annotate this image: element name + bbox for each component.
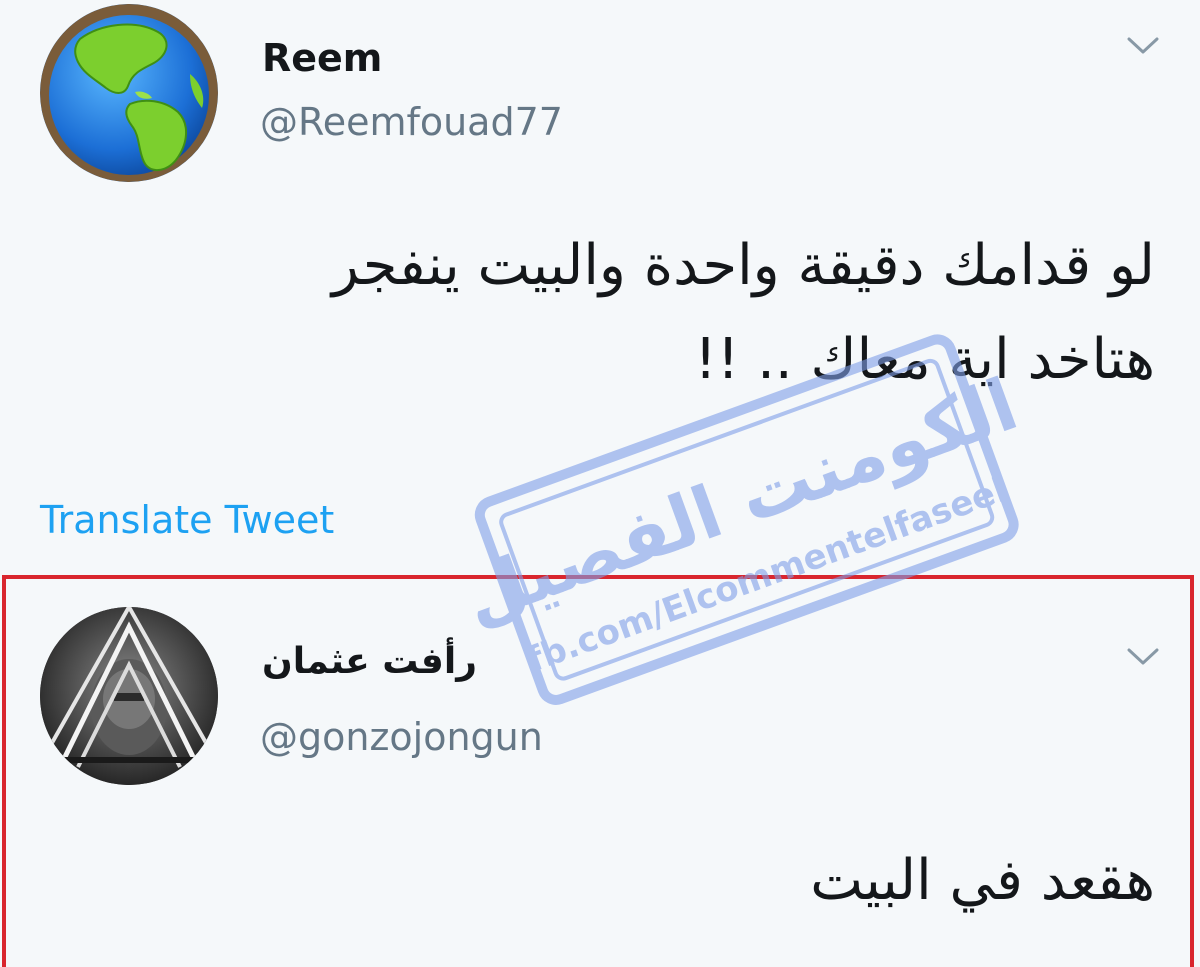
tweet-text-line-1: لو قدامك دقيقة واحدة والبيت ينفجر — [331, 233, 1155, 298]
author-name[interactable]: Reem — [262, 36, 382, 80]
chevron-down-icon[interactable] — [1126, 36, 1160, 60]
globe-avatar[interactable] — [40, 4, 218, 182]
translate-tweet-link[interactable]: Translate Tweet — [40, 498, 334, 542]
author-handle[interactable]: @Reemfouad77 — [260, 100, 563, 144]
globe-icon — [40, 4, 218, 182]
watermark-stamp: الكومنت الفصيل fb.com/Elcommentelfaseel — [435, 305, 1055, 729]
